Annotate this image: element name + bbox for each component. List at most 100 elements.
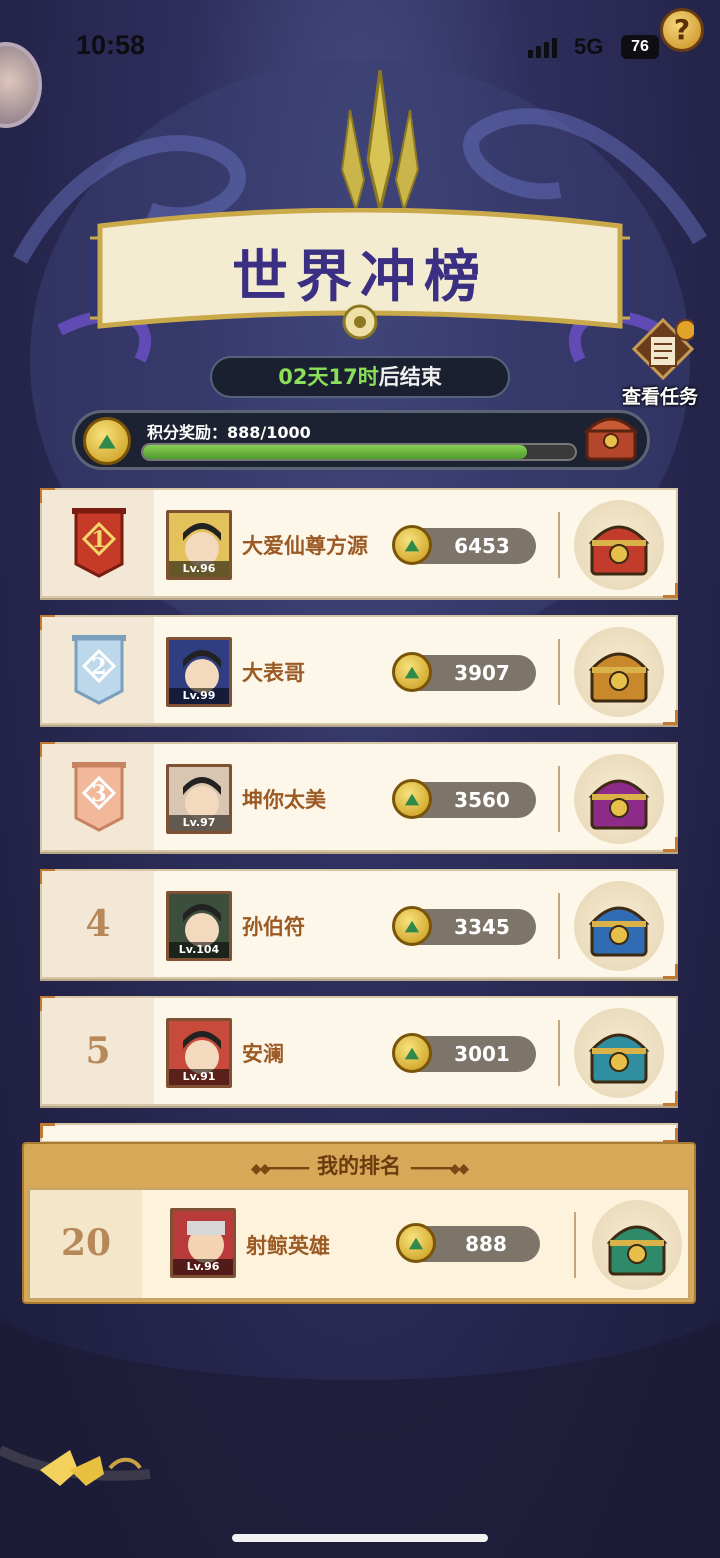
rank-cell: 20 <box>30 1190 142 1298</box>
points-progress-bar <box>141 443 577 461</box>
rank-cell: 1 <box>42 490 154 596</box>
my-rank-title: 我的排名 <box>317 1154 401 1178</box>
medal-rank-number: 3 <box>91 781 106 807</box>
chest-icon <box>606 1225 668 1276</box>
my-reward-chest[interactable] <box>592 1200 682 1290</box>
divider <box>558 766 560 832</box>
avatar[interactable]: Lv.91 <box>166 1018 232 1088</box>
battery-icon: 76 <box>621 35 659 59</box>
status-time: 10:58 <box>76 30 146 60</box>
points-progress-fill <box>143 445 527 459</box>
ranking-row[interactable]: 5 Lv.91 安澜 3001 <box>40 996 678 1106</box>
countdown-timer: 02天17时后结束 <box>210 356 510 398</box>
score-pill: 3560 <box>392 779 536 819</box>
avatar[interactable]: Lv.104 <box>166 891 232 961</box>
rank-cell: 5 <box>42 998 154 1104</box>
level-badge: Lv.96 <box>173 1259 233 1275</box>
rank-cell: 2 <box>42 617 154 723</box>
level-badge: Lv.91 <box>169 1069 229 1085</box>
divider <box>574 1212 576 1278</box>
chest-icon <box>588 1033 650 1084</box>
leaf-decoration <box>0 1445 151 1486</box>
level-badge: Lv.99 <box>169 688 229 704</box>
level-badge: Lv.97 <box>169 815 229 831</box>
score-coin-icon <box>392 525 432 565</box>
reward-chest[interactable] <box>574 627 664 717</box>
medal-rank-number: 1 <box>91 527 106 553</box>
chest-icon <box>588 652 650 703</box>
score-pill: 3001 <box>392 1033 536 1073</box>
rank-cell: 4 <box>42 871 154 977</box>
signal-icon <box>528 38 557 58</box>
points-reward-text: 积分奖励：888/1000 <box>147 419 311 443</box>
home-indicator[interactable] <box>232 1534 488 1542</box>
avatar[interactable]: Lv.96 <box>170 1208 236 1278</box>
points-reward-value: 888/1000 <box>227 423 311 442</box>
score-coin-icon <box>396 1223 436 1263</box>
chest-icon <box>588 779 650 830</box>
ranking-row[interactable]: 2 Lv.99 大表哥 3907 <box>40 615 678 725</box>
score-coin-icon <box>392 1033 432 1073</box>
score-pill: 3345 <box>392 906 536 946</box>
score-coin-icon <box>392 906 432 946</box>
network-type: 5G <box>574 34 604 59</box>
ranking-row[interactable]: 3 Lv.97 坤你太美 3560 <box>40 742 678 852</box>
rank-medal-icon: 3 <box>72 762 126 832</box>
player-name: 大表哥 <box>242 661 305 685</box>
ranking-row[interactable]: 4 Lv.104 孙伯符 3345 <box>40 869 678 979</box>
level-badge: Lv.96 <box>169 561 229 577</box>
view-tasks-button[interactable]: 查看任务 <box>612 318 708 410</box>
chest-icon <box>588 525 650 576</box>
score-pill: 3907 <box>392 652 536 692</box>
my-rank-panel: ◆◆━━━━━━ 我的排名 ━━━━━━◆◆ 20 Lv.96 射鲸英雄 888 <box>22 1142 696 1304</box>
ranking-row[interactable]: 1 Lv.96 大爱仙尊方源 6453 <box>40 488 678 598</box>
player-name: 安澜 <box>242 1042 284 1066</box>
reward-chest[interactable] <box>574 500 664 590</box>
help-button[interactable]: ? <box>660 8 704 52</box>
reward-chest[interactable] <box>574 754 664 844</box>
points-reward-label: 积分奖励： <box>147 423 228 442</box>
player-name: 孙伯符 <box>242 915 305 939</box>
crown-spire-decoration <box>340 70 420 214</box>
countdown-suffix: 后结束 <box>378 365 442 389</box>
level-badge: Lv.104 <box>169 942 229 958</box>
avatar[interactable]: Lv.96 <box>166 510 232 580</box>
reward-chest-icon[interactable] <box>581 407 641 467</box>
points-coin-icon <box>83 417 131 465</box>
avatar[interactable]: Lv.97 <box>166 764 232 834</box>
player-name: 大爱仙尊方源 <box>242 534 368 558</box>
rank-number: 5 <box>85 1030 111 1072</box>
ranking-row-partial <box>40 1123 678 1143</box>
view-tasks-label: 查看任务 <box>621 386 698 408</box>
my-rank-header: ◆◆━━━━━━ 我的排名 ━━━━━━◆◆ <box>24 1144 694 1186</box>
countdown-value: 02天17时 <box>278 365 379 389</box>
reward-chest[interactable] <box>574 1008 664 1098</box>
score-value: 3907 <box>454 661 510 685</box>
rank-medal-icon: 1 <box>72 508 126 578</box>
divider <box>558 893 560 959</box>
score-coin-icon <box>392 652 432 692</box>
medal-rank-number: 2 <box>91 654 106 680</box>
header-decoration-right: ━━━━━━◆◆ <box>411 1161 469 1177</box>
score-coin-icon <box>392 779 432 819</box>
score-pill: 6453 <box>392 525 536 565</box>
page-title: 世界冲榜 <box>232 244 488 310</box>
score-value: 6453 <box>454 534 510 558</box>
avatar[interactable]: Lv.99 <box>166 637 232 707</box>
score-value: 888 <box>465 1232 507 1256</box>
score-value: 3345 <box>454 915 510 939</box>
score-value: 3001 <box>454 1042 510 1066</box>
points-reward-panel: 积分奖励：888/1000 <box>72 410 650 470</box>
score-pill: 888 <box>396 1223 540 1263</box>
player-name: 坤你太美 <box>242 788 326 812</box>
rank-cell: 3 <box>42 744 154 850</box>
player-name: 射鲸英雄 <box>246 1234 330 1258</box>
rank-number: 4 <box>85 903 111 945</box>
divider <box>558 639 560 705</box>
my-rank-number: 20 <box>60 1222 112 1264</box>
reward-chest[interactable] <box>574 881 664 971</box>
divider <box>558 1020 560 1086</box>
rank-medal-icon: 2 <box>72 635 126 705</box>
header-decoration-left: ◆◆━━━━━━ <box>250 1161 309 1177</box>
my-rank-row[interactable]: 20 Lv.96 射鲸英雄 888 <box>28 1188 690 1300</box>
